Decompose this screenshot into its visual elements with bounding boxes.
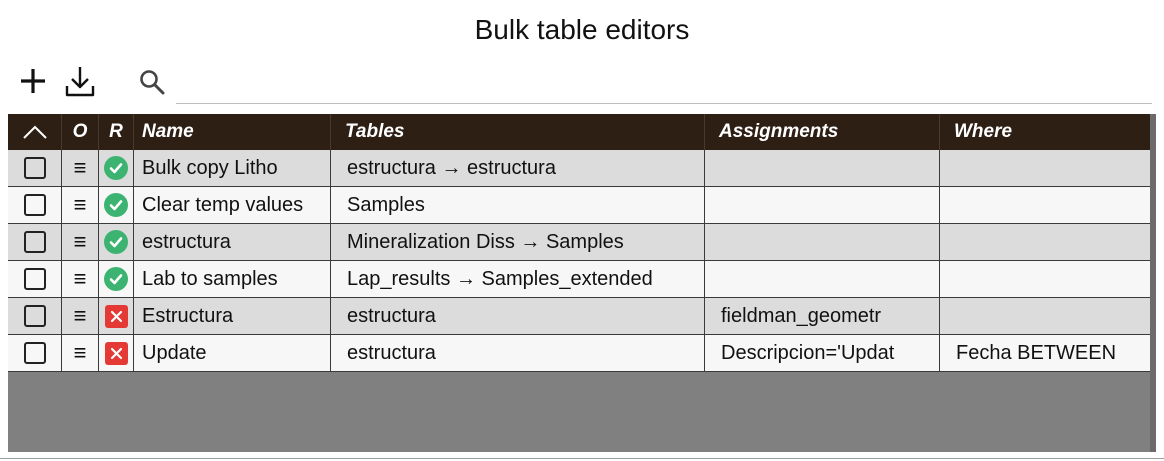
table-row[interactable]: ≡ estructura Mineralization Diss → Samples [8,224,1150,261]
col-header-r[interactable]: R [99,114,134,150]
row-status-cell [99,261,134,297]
search-icon [140,70,165,95]
col-header-tables[interactable]: Tables [331,114,705,150]
row-where: Fecha BETWEEN [956,341,1117,364]
status-ok-icon [104,230,128,254]
row-select-cell [8,187,62,223]
row-name: Clear temp values [134,187,331,223]
editors-grid: O R Name Tables Assignments Where ≡ Bulk … [8,114,1156,452]
row-menu-button[interactable]: ≡ [62,335,99,371]
row-tables: Lap_results → Samples_extended [331,261,705,297]
menu-icon: ≡ [73,155,87,180]
row-name: Lab to samples [134,261,331,297]
row-where [940,150,1150,186]
row-tables: Mineralization Diss → Samples [331,224,705,260]
row-name: Estructura [134,298,331,334]
col-header-name[interactable]: Name [134,114,331,150]
row-checkbox[interactable] [23,305,46,327]
row-status-cell [99,187,134,223]
menu-icon: ≡ [73,266,87,291]
row-menu-button[interactable]: ≡ [62,150,99,186]
row-select-cell [8,224,62,260]
menu-icon: ≡ [73,340,87,365]
menu-icon: ≡ [73,229,87,254]
row-name: Update [134,335,331,371]
row-where [940,298,1150,334]
row-assignments [705,261,940,297]
row-name: estructura [134,224,331,260]
row-checkbox[interactable] [23,342,46,364]
row-assignments: fieldman_geometr [705,298,940,334]
menu-icon: ≡ [73,192,87,217]
col-header-o[interactable]: O [62,114,99,150]
divider [0,458,1164,459]
row-menu-button[interactable]: ≡ [62,224,99,260]
search-button[interactable] [136,66,168,98]
import-button[interactable] [62,62,98,100]
row-assignments [705,224,940,260]
table-row[interactable]: ≡ Clear temp values Samples [8,187,1150,224]
table-row[interactable]: ≡ Lab to samples Lap_results → Samples_ext… [8,261,1150,298]
status-ok-icon [104,193,128,217]
col-header-assignments[interactable]: Assignments [705,114,940,150]
download-icon [65,67,95,97]
page-title: Bulk table editors [474,14,690,45]
row-where [940,187,1150,223]
row-status-cell [99,150,134,186]
row-select-cell [8,298,62,334]
row-where [940,261,1150,297]
row-checkbox[interactable] [23,268,46,290]
row-select-cell [8,335,62,371]
search-input[interactable] [176,66,1156,102]
status-ok-icon [104,156,128,180]
row-checkbox[interactable] [23,231,46,253]
row-menu-button[interactable]: ≡ [62,187,99,223]
row-status-cell [99,298,134,334]
row-assignments: Descripcion='Updat [705,335,940,371]
table-row[interactable]: ≡ Update estructura Descripcion='Updat Fecha… [8,335,1150,372]
row-checkbox[interactable] [23,157,46,179]
plus-icon [21,69,45,93]
menu-icon: ≡ [73,303,87,328]
row-status-cell [99,224,134,260]
status-error-icon [104,341,128,365]
row-tables: estructura [331,298,705,334]
add-button[interactable] [16,64,50,98]
row-name: Bulk copy Litho [134,150,331,186]
row-assignments [705,187,940,223]
row-tables: Samples [331,187,705,223]
row-select-cell [8,150,62,186]
col-header-where[interactable]: Where [940,114,1150,150]
row-menu-button[interactable]: ≡ [62,261,99,297]
status-ok-icon [104,267,128,291]
status-error-icon [104,304,128,328]
row-status-cell [99,335,134,371]
row-checkbox[interactable] [23,194,46,216]
collapse-header-button[interactable] [8,114,62,150]
table-row[interactable]: ≡ Estructura estructura fieldman_geometr [8,298,1150,335]
grid-header: O R Name Tables Assignments Where [8,114,1150,150]
row-menu-button[interactable]: ≡ [62,298,99,334]
row-select-cell [8,261,62,297]
row-where [940,224,1150,260]
row-tables: estructura → estructura [331,150,705,186]
table-row[interactable]: ≡ Bulk copy Litho estructura → estructura [8,150,1150,187]
chevron-up-icon [22,125,47,139]
search-underline [176,103,1152,104]
row-assignments [705,150,940,186]
vertical-scrollbar[interactable] [1150,114,1156,452]
row-tables: estructura [331,335,705,371]
